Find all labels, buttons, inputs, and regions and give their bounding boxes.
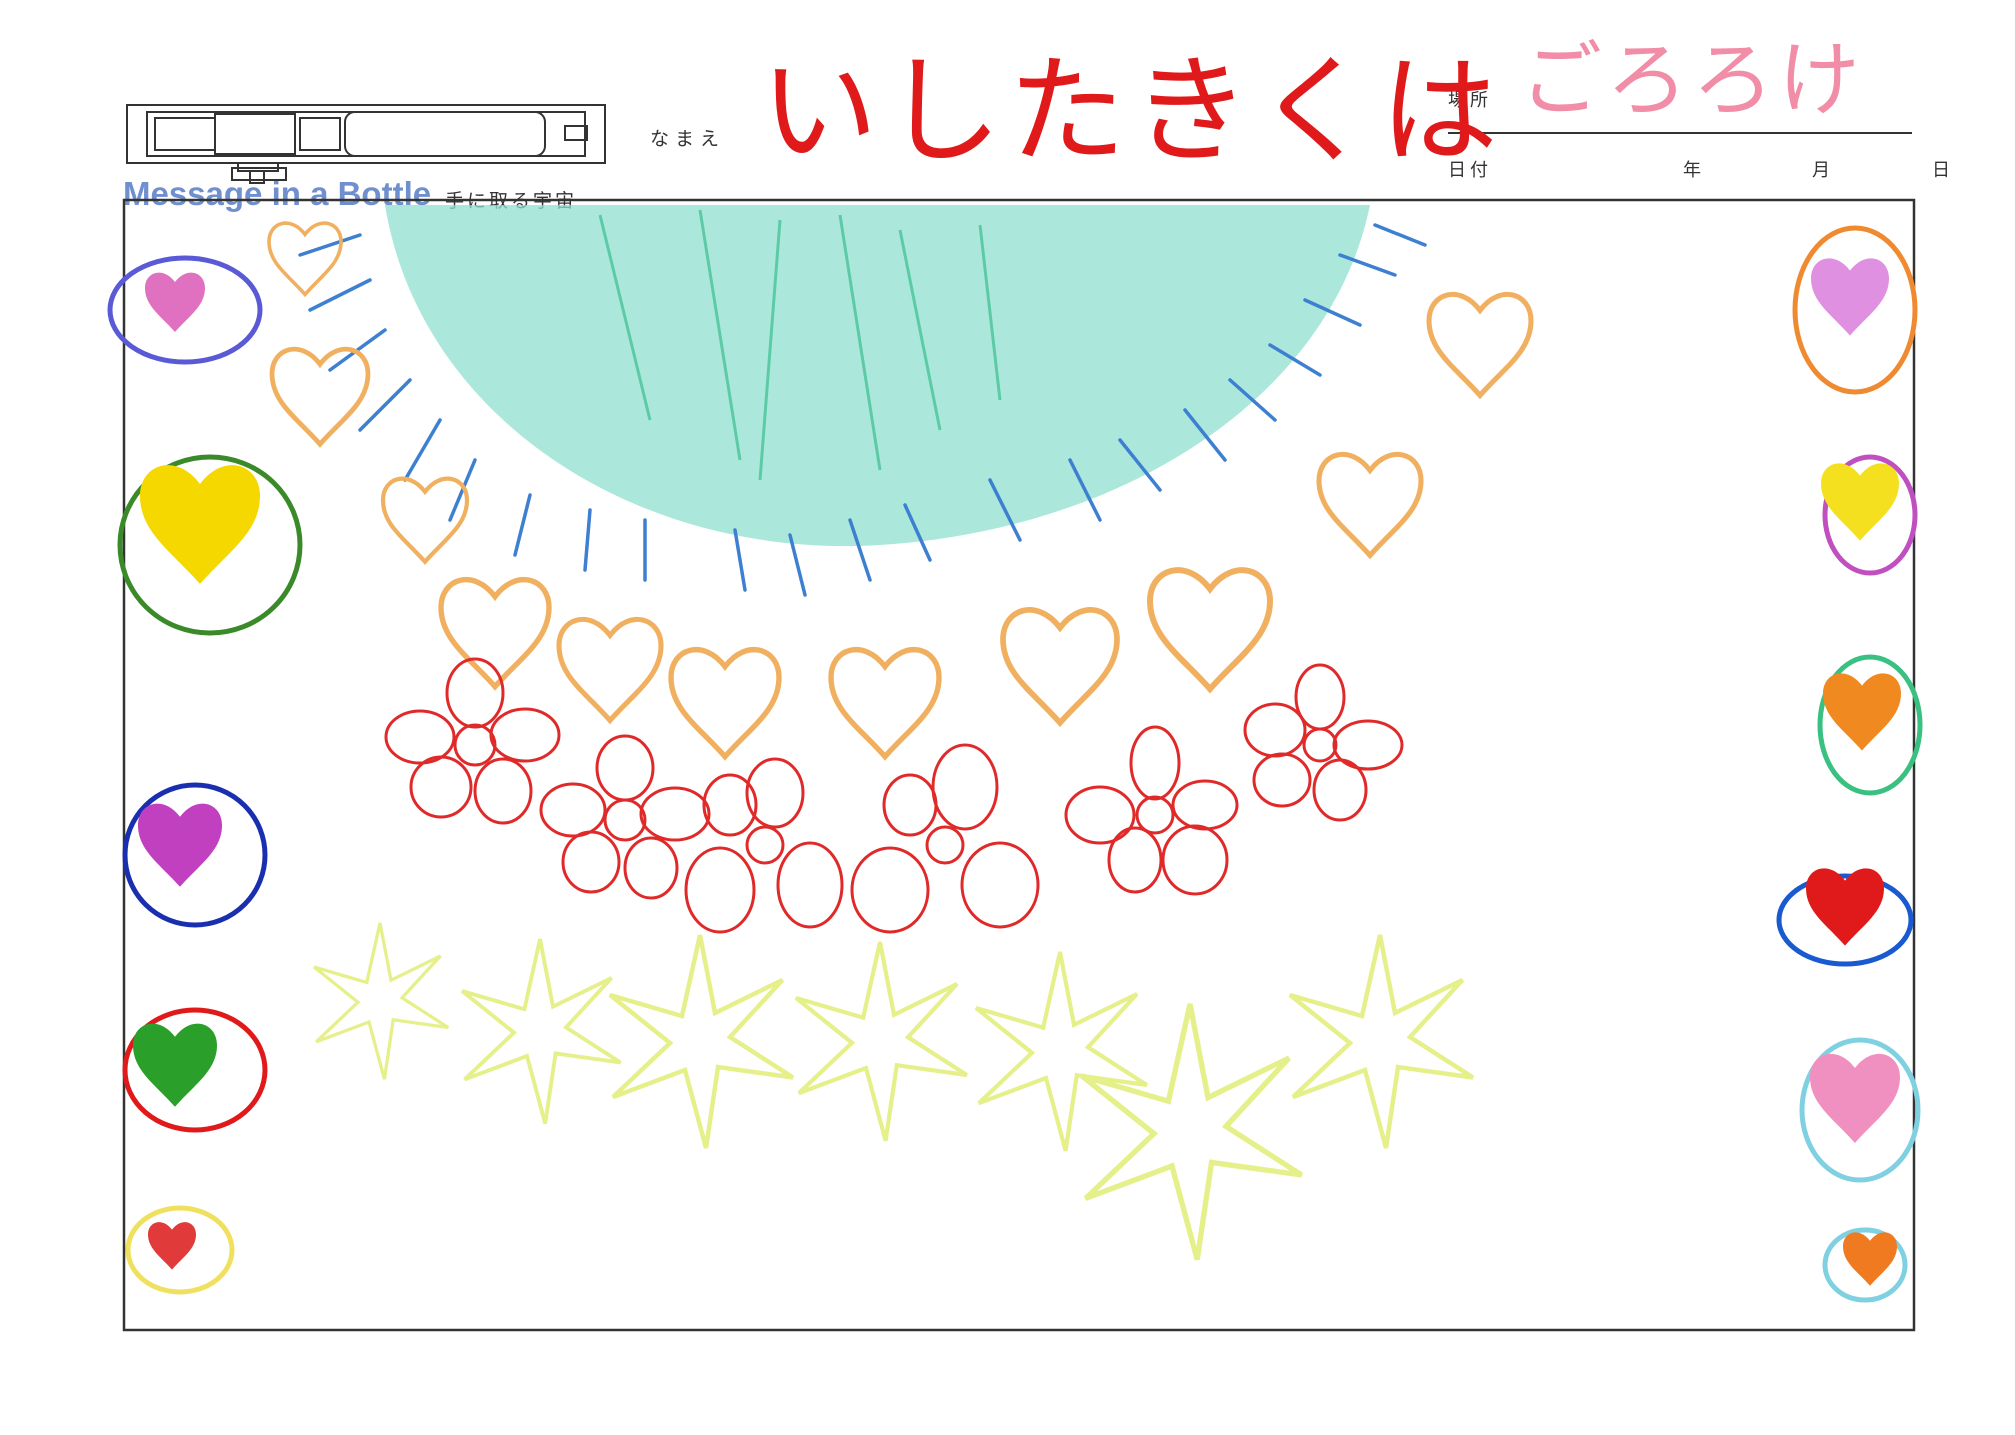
yellow-stars [312, 921, 1473, 1260]
left-circled-hearts [107, 255, 303, 1295]
sun-drawing [298, 205, 1427, 597]
name-value: いしたきくは [760, 42, 1505, 180]
place-value: ごろろけ [1520, 33, 1865, 128]
right-circled-hearts [1776, 225, 1923, 1303]
red-flowers [384, 657, 1404, 934]
message-bottle-sheet: なまえ 場所 日付 年 月 日 Message in a Bottle 手に取る… [0, 0, 2015, 1435]
drawing-canvas [107, 104, 1923, 1332]
bottle-icon [126, 104, 606, 184]
